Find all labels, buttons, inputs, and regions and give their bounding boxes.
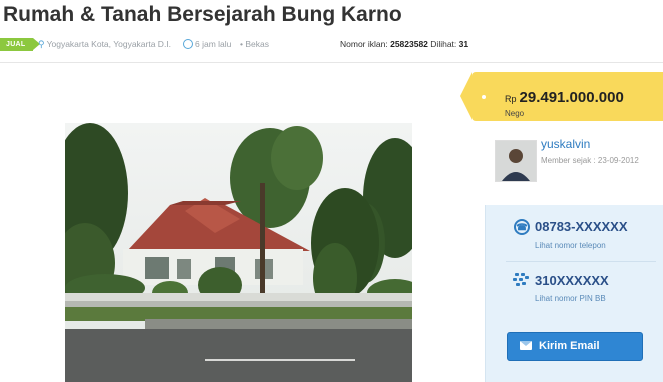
views-value: 31 — [458, 39, 469, 49]
condition: • Bekas — [240, 39, 269, 49]
location[interactable]: ⚲ Yogyakarta Kota, Yogyakarta D.I. — [38, 39, 171, 50]
location-pin-icon: ⚲ — [38, 39, 45, 49]
bb-pin: 310XXXXXX — [535, 273, 609, 288]
seller-avatar[interactable] — [495, 140, 537, 182]
contact-divider — [506, 261, 656, 262]
location-text[interactable]: Yogyakarta Kota, Yogyakarta D.I. — [47, 39, 171, 49]
blackberry-icon — [513, 273, 529, 287]
send-email-button[interactable]: Kirim Email — [507, 332, 643, 361]
sale-badge: JUAL — [0, 38, 42, 51]
posted-time: 6 jam lalu — [183, 39, 231, 49]
price-amount: 29.491.000.000 — [519, 89, 624, 106]
ad-number-value: 25823582 — [390, 39, 428, 49]
envelope-icon — [520, 341, 532, 350]
ad-number: Nomor iklan: 25823582 Dilihat: 31 — [340, 39, 468, 49]
price: Rp 29.491.000.000 — [505, 89, 624, 106]
phone-icon: ☎ — [514, 219, 530, 235]
tag-hole — [482, 95, 486, 99]
price-nego: Nego — [505, 109, 525, 118]
phone-number: 08783-XXXXXX — [535, 219, 628, 234]
seller-card: yuskalvin Member sejak : 23-09-2012 — [485, 128, 663, 190]
listing-meta: JUAL ⚲ Yogyakarta Kota, Yogyakarta D.I. 6… — [0, 37, 663, 53]
listing-photo[interactable] — [65, 123, 412, 382]
price-tag: Rp 29.491.000.000 Nego — [460, 72, 663, 121]
price-currency: Rp — [505, 94, 517, 104]
contact-panel: ☎ 08783-XXXXXX Lihat nomor telepon 310XX… — [485, 205, 663, 382]
send-email-label: Kirim Email — [539, 340, 600, 352]
seller-member-since: Member sejak : 23-09-2012 — [541, 156, 639, 165]
ad-number-label: Nomor iklan: — [340, 39, 388, 49]
person-icon — [496, 141, 536, 181]
posted-time-text: 6 jam lalu — [195, 39, 232, 49]
views-label: Dilihat: — [430, 39, 457, 49]
listing-title: Rumah & Tanah Bersejarah Bung Karno — [3, 3, 402, 26]
clock-icon — [183, 39, 193, 49]
show-phone-link[interactable]: Lihat nomor telepon — [535, 241, 606, 250]
show-bb-link[interactable]: Lihat nomor PIN BB — [535, 294, 606, 303]
seller-name[interactable]: yuskalvin — [541, 137, 590, 151]
